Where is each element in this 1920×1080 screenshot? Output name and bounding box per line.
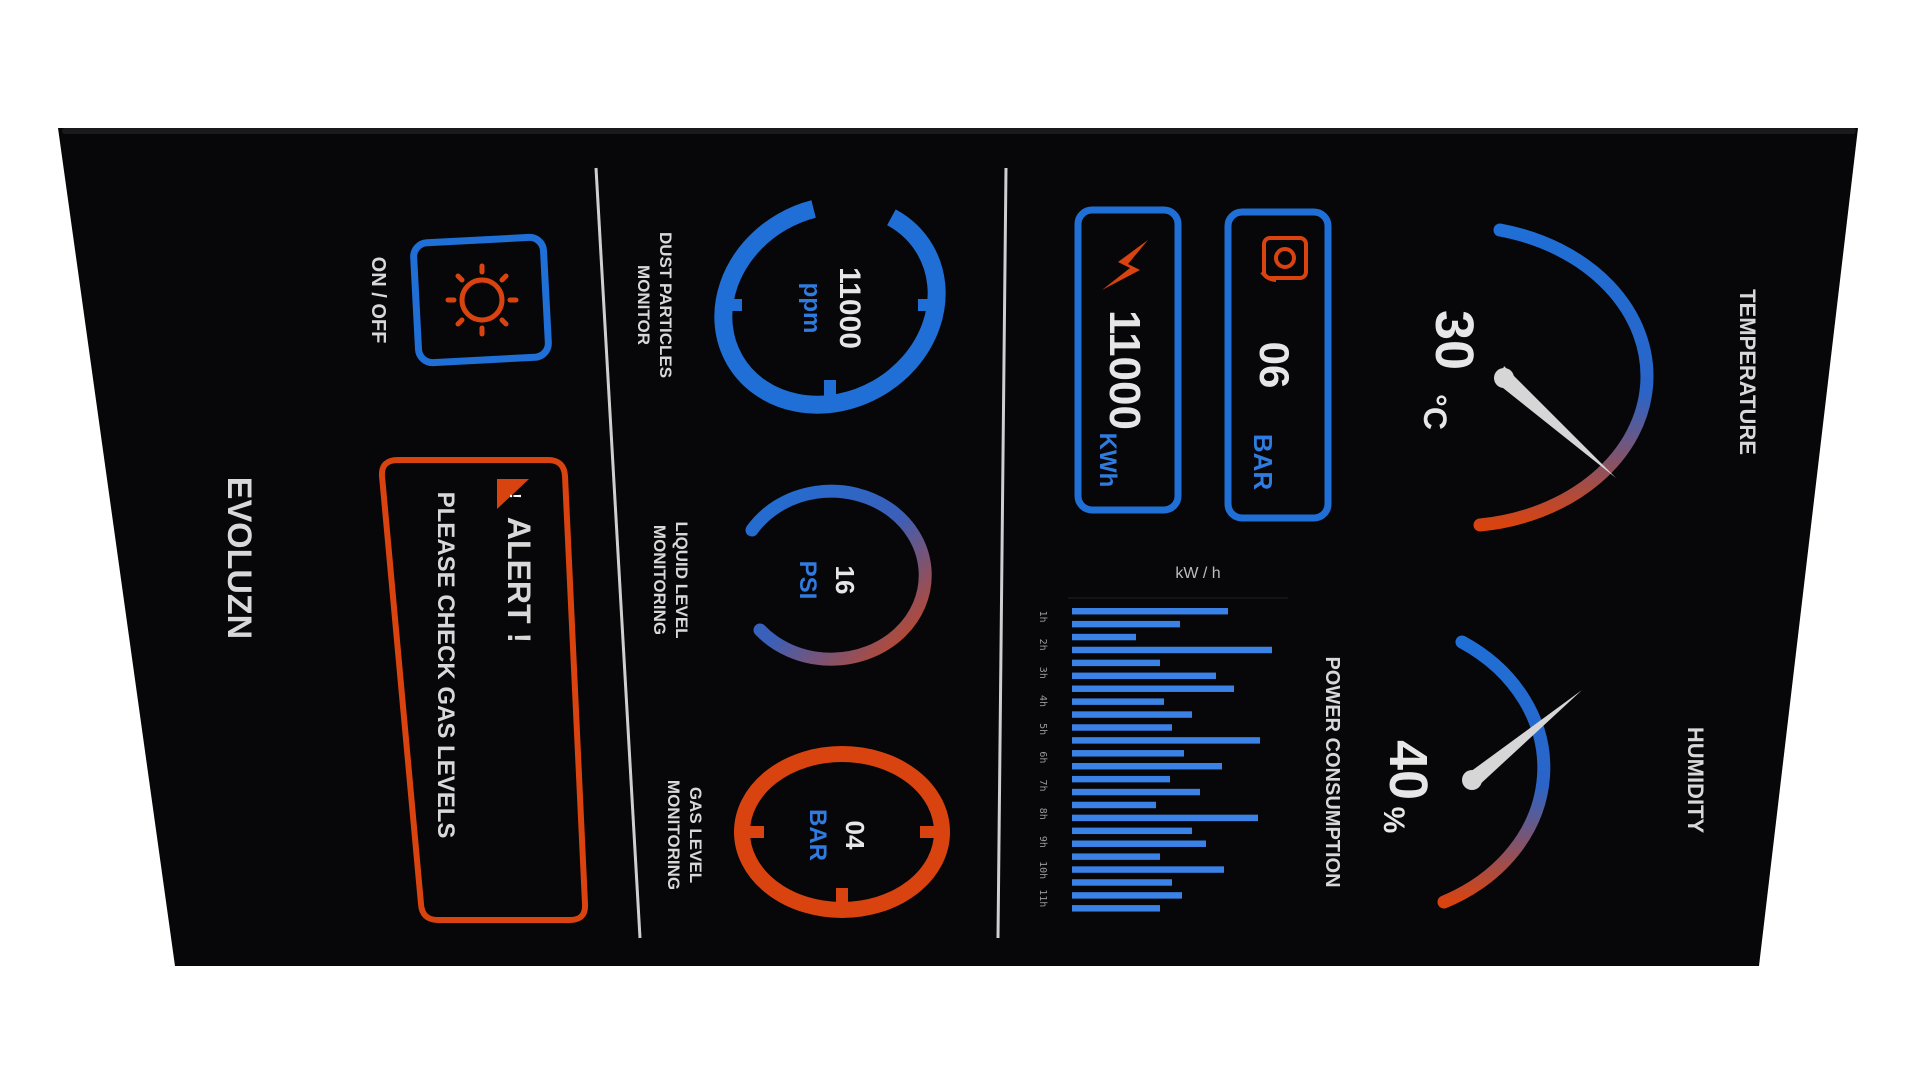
power-bar: [1072, 763, 1222, 770]
dust-unit: ppm: [798, 283, 825, 334]
power-chart-unit-label: kW / h: [1175, 565, 1220, 582]
power-bar: [1072, 892, 1182, 899]
liquid-label-line2: MONITORING: [650, 525, 669, 635]
divider-left: [594, 167, 642, 939]
gas-label-line1: GAS LEVEL: [686, 787, 705, 883]
power-chart-tick-label: 3h: [1037, 667, 1048, 679]
liquid-label-line1: LIQUID LEVEL: [672, 521, 691, 638]
power-chart-tick-label: 11h: [1037, 889, 1048, 907]
sun-icon: [445, 263, 519, 337]
power-chart-tick-label: 9h: [1037, 836, 1048, 848]
divider-right: [996, 167, 1008, 939]
lightning-icon: [1102, 240, 1148, 290]
power-bar: [1072, 620, 1180, 628]
power-bar: [1072, 724, 1172, 731]
power-bar: [1072, 814, 1258, 822]
power-chart-tick-label: 7h: [1037, 780, 1048, 792]
power-chart-tick-label: 4h: [1037, 695, 1048, 707]
gas-unit: BAR: [804, 809, 831, 861]
power-chart-title: POWER CONSUMPTION: [1321, 656, 1343, 887]
dust-label-line1: DUST PARTICLES: [656, 232, 675, 378]
power-bar: [1072, 711, 1192, 718]
power-chart-tick-label: 1h: [1037, 610, 1048, 622]
temperature-value: 30: [1424, 310, 1484, 370]
power-bar: [1072, 879, 1172, 886]
power-bar: [1072, 801, 1156, 809]
power-toggle-button[interactable]: [410, 233, 552, 367]
gas-value: 04: [840, 821, 870, 850]
power-chart-bars: [1072, 608, 1272, 912]
power-bar: [1072, 827, 1192, 835]
temperature-unit: °C: [1417, 394, 1453, 430]
humidity-gauge: [1437, 635, 1582, 909]
liquid-value: 16: [830, 566, 860, 595]
power-bar: [1072, 672, 1216, 680]
humidity-value: 40: [1378, 740, 1438, 800]
energy-value: 11000: [1100, 310, 1149, 430]
power-bar: [1072, 840, 1206, 847]
dust-label-line2: MONITOR: [634, 265, 653, 345]
power-bar: [1072, 750, 1184, 757]
power-bar: [1072, 775, 1170, 783]
warning-icon: !: [497, 479, 529, 509]
alert-box[interactable]: [378, 457, 589, 923]
humidity-label: HUMIDITY: [1683, 727, 1708, 834]
power-bar: [1072, 659, 1160, 667]
liquid-unit: PSI: [794, 561, 821, 600]
energy-unit: KWh: [1094, 433, 1121, 488]
power-chart-tick-label: 6h: [1037, 751, 1048, 763]
power-toggle-label: ON / OFF: [367, 257, 389, 344]
alert-title: ALERT !: [501, 517, 537, 643]
dust-value: 11000: [833, 267, 866, 349]
pressure-value: 06: [1251, 342, 1298, 389]
pressure-sensor-icon: [1260, 236, 1308, 282]
power-bar: [1072, 866, 1224, 873]
dust-gauge: [714, 196, 946, 414]
temperature-label: TEMPERATURE: [1735, 289, 1760, 455]
power-bar: [1072, 608, 1228, 615]
svg-text:!: !: [506, 493, 523, 498]
humidity-unit: %: [1377, 807, 1410, 834]
power-chart-tick-label: 2h: [1037, 639, 1048, 651]
power-bar: [1072, 853, 1160, 860]
power-bar: [1072, 685, 1234, 692]
power-bar: [1072, 737, 1260, 744]
power-bar: [1072, 698, 1164, 705]
dashboard-canvas: EVOLUZN ON / OFF ! ALERT ! PLEASE CHECK …: [220, 167, 1760, 939]
power-bar: [1072, 633, 1136, 641]
brand-logo: EVOLUZN: [220, 477, 258, 639]
power-chart-tick-label: 10h: [1037, 861, 1048, 879]
power-chart-tick-label: 5h: [1037, 723, 1048, 735]
gas-label-line2: MONITORING: [664, 780, 683, 890]
power-bar: [1072, 646, 1272, 654]
pressure-unit: BAR: [1248, 434, 1278, 491]
temperature-gauge: [1473, 223, 1654, 532]
alert-message: PLEASE CHECK GAS LEVELS: [432, 492, 459, 839]
power-bar: [1072, 788, 1200, 796]
power-chart-tick-label: 8h: [1037, 808, 1048, 820]
power-chart-ticks: 1h 2h 3h 4h 5h 6h 7h 8h 9h 10h 11h: [1037, 610, 1048, 907]
power-bar: [1072, 905, 1160, 912]
